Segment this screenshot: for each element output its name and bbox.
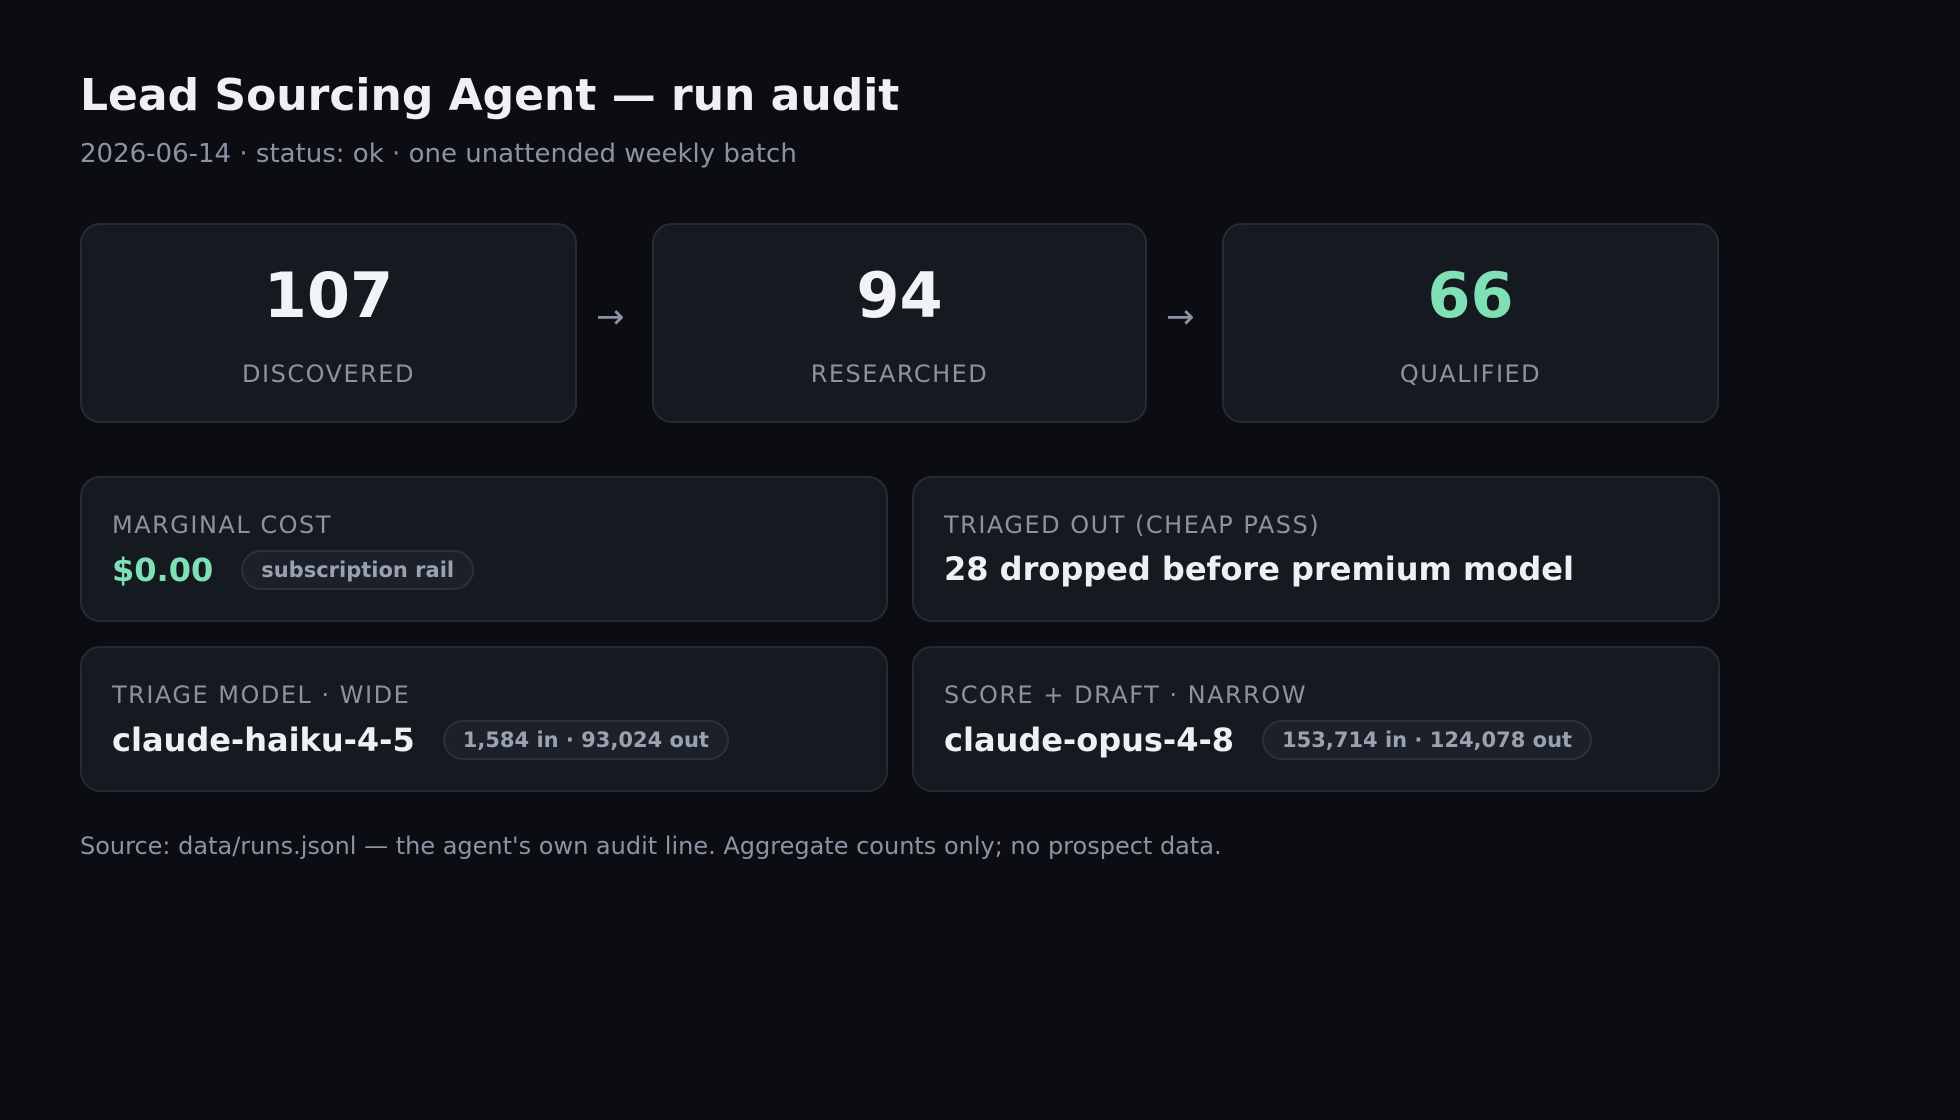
triaged-out-row: 28 dropped before premium model <box>944 550 1574 588</box>
score-draft-model-card: SCORE + DRAFT · NARROW claude-opus-4-8 1… <box>912 646 1720 792</box>
score-draft-model-row: claude-opus-4-8 153,714 in · 124,078 out <box>944 720 1593 760</box>
qualified-count: 66 <box>1427 259 1514 332</box>
discovered-label: DISCOVERED <box>242 360 415 388</box>
marginal-cost-value: $0.00 <box>112 551 214 589</box>
score-draft-model-name: claude-opus-4-8 <box>944 721 1235 759</box>
triage-model-row: claude-haiku-4-5 1,584 in · 93,024 out <box>112 720 729 760</box>
score-draft-token-badge: 153,714 in · 124,078 out <box>1262 720 1593 760</box>
discovered-count: 107 <box>263 259 394 332</box>
qualified-label: QUALIFIED <box>1399 360 1542 388</box>
score-draft-model-label: SCORE + DRAFT · NARROW <box>944 681 1307 709</box>
triaged-out-value: 28 dropped before premium model <box>944 550 1574 588</box>
researched-count: 94 <box>856 259 943 332</box>
run-subtitle: 2026-06-14 · status: ok · one unattended… <box>80 139 797 169</box>
triaged-out-card: TRIAGED OUT (CHEAP PASS) 28 dropped befo… <box>912 476 1720 622</box>
source-note: Source: data/runs.jsonl — the agent's ow… <box>80 832 1222 860</box>
funnel-card-researched: 94 RESEARCHED <box>652 223 1147 423</box>
triage-token-badge: 1,584 in · 93,024 out <box>442 720 729 760</box>
page-title: Lead Sourcing Agent — run audit <box>80 70 900 121</box>
funnel-arrow-icon: → <box>1166 297 1195 337</box>
triage-model-card: TRIAGE MODEL · WIDE claude-haiku-4-5 1,5… <box>80 646 888 792</box>
marginal-cost-card: MARGINAL COST $0.00 subscription rail <box>80 476 888 622</box>
triage-model-label: TRIAGE MODEL · WIDE <box>112 681 411 709</box>
funnel-arrow-icon: → <box>596 297 625 337</box>
subscription-rail-badge: subscription rail <box>241 550 475 590</box>
triaged-out-label: TRIAGED OUT (CHEAP PASS) <box>944 511 1321 539</box>
marginal-cost-row: $0.00 subscription rail <box>112 550 475 590</box>
funnel-card-qualified: 66 QUALIFIED <box>1222 223 1719 423</box>
marginal-cost-label: MARGINAL COST <box>112 511 332 539</box>
researched-label: RESEARCHED <box>810 360 989 388</box>
triage-model-name: claude-haiku-4-5 <box>112 721 415 759</box>
funnel-card-discovered: 107 DISCOVERED <box>80 223 577 423</box>
